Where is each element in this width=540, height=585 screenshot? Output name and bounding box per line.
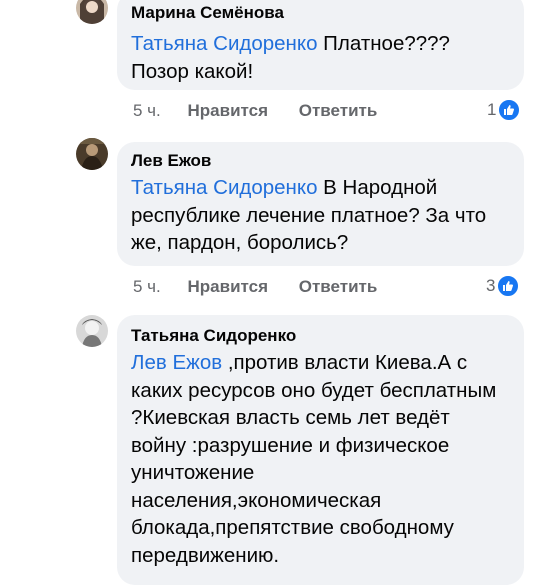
reply-button[interactable]: Ответить <box>299 101 378 121</box>
comment-body-text: ,против власти Киева.А с каких ресурсов … <box>131 351 497 567</box>
comment-text: Татьяна Сидоренко В Народной республике … <box>131 174 510 257</box>
comment-author[interactable]: Лев Ежов <box>131 150 510 172</box>
comment-text: Татьяна Сидоренко Платное???? Позор како… <box>131 30 510 85</box>
comment-author[interactable]: Марина Семёнова <box>131 2 510 24</box>
comment-actions: 5 ч. Нравится Ответить <box>133 101 377 121</box>
mention-link[interactable]: Татьяна Сидоренко <box>131 32 317 55</box>
like-button[interactable]: Нравится <box>188 277 269 297</box>
comment-bubble: Лев Ежов Татьяна Сидоренко В Народной ре… <box>117 142 524 266</box>
comment-author[interactable]: Татьяна Сидоренко <box>131 325 510 347</box>
timestamp[interactable]: 5 ч. <box>133 277 161 297</box>
reaction-count[interactable]: 1 <box>487 99 521 121</box>
like-thumb-icon <box>498 99 521 121</box>
reaction-count-number: 1 <box>487 100 497 119</box>
mention-link[interactable]: Лев Ежов <box>131 351 222 374</box>
avatar[interactable] <box>76 138 108 170</box>
like-button[interactable]: Нравится <box>188 101 269 121</box>
reaction-count-number: 3 <box>486 276 496 295</box>
comment-bubble: Марина Семёнова Татьяна Сидоренко Платно… <box>117 0 524 90</box>
avatar[interactable] <box>76 315 108 347</box>
timestamp[interactable]: 5 ч. <box>133 101 161 121</box>
reaction-count[interactable]: 3 <box>486 275 520 297</box>
avatar[interactable] <box>76 0 108 24</box>
like-thumb-icon <box>497 275 520 297</box>
comment-actions: 5 ч. Нравится Ответить <box>133 277 377 297</box>
reply-button[interactable]: Ответить <box>299 277 378 297</box>
mention-link[interactable]: Татьяна Сидоренко <box>131 176 317 199</box>
comment-text: Лев Ежов ,против власти Киева.А с каких … <box>131 349 510 569</box>
comment-bubble: Татьяна Сидоренко Лев Ежов ,против власт… <box>117 315 524 585</box>
